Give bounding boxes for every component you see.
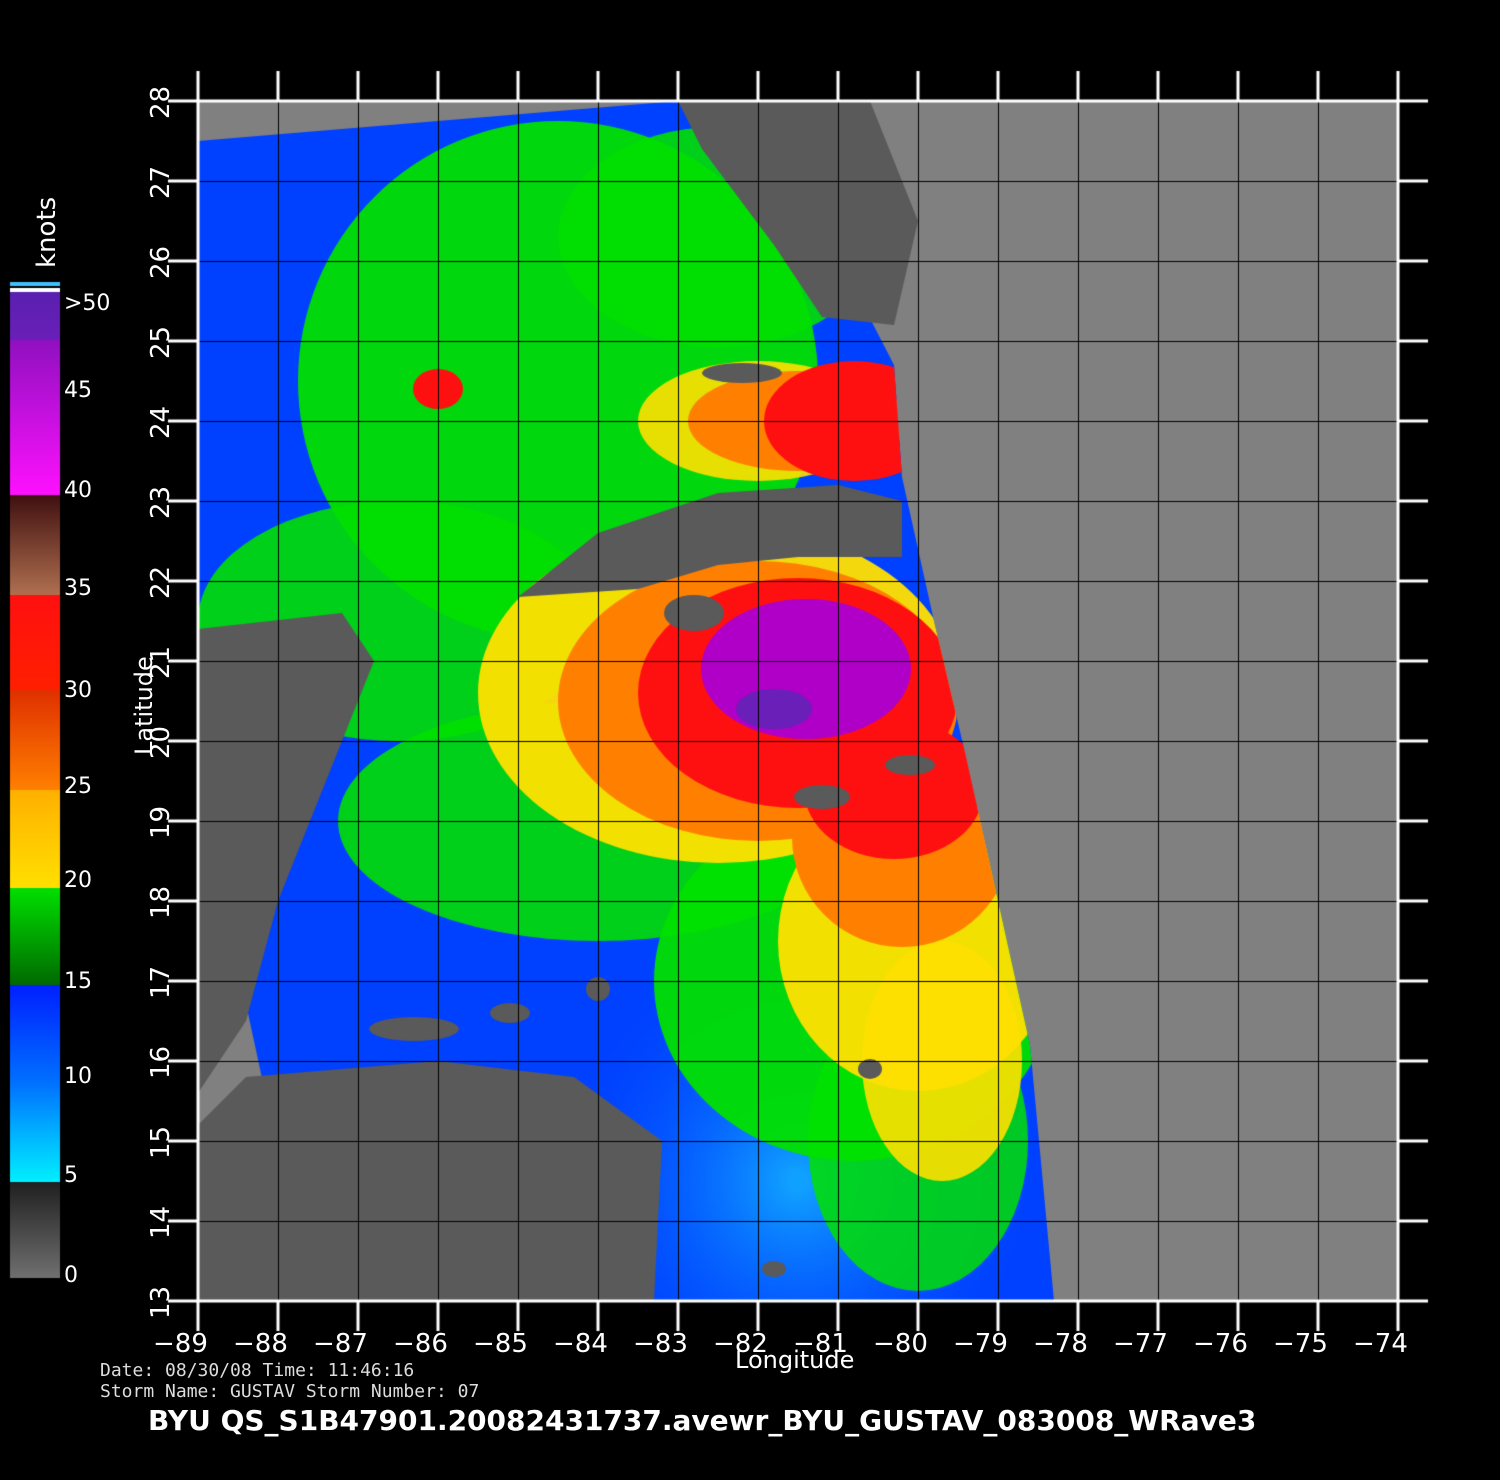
lat-tick-label: 18 [146, 885, 176, 919]
x-axis-title: Longitude [735, 1346, 855, 1374]
lat-tick-label: 14 [146, 1205, 176, 1239]
lat-tick-label: 15 [146, 1125, 176, 1159]
lat-tick-label: 25 [146, 325, 176, 359]
lon-tick-label: −87 [313, 1329, 368, 1359]
colorbar-tick-label: 25 [64, 774, 92, 799]
lon-tick-label: −80 [873, 1329, 928, 1359]
lat-tick-label: 23 [146, 485, 176, 519]
lat-tick-label: 19 [146, 805, 176, 839]
lon-tick-label: −77 [1113, 1329, 1168, 1359]
lon-tick-label: −88 [233, 1329, 288, 1359]
colorbar-tick-label: 0 [64, 1263, 78, 1288]
lon-tick-label: −86 [393, 1329, 448, 1359]
colorbar-tick-label: 5 [64, 1163, 78, 1188]
lat-tick-label: 28 [146, 85, 176, 119]
lat-tick-label: 16 [146, 1045, 176, 1079]
lat-tick-label: 22 [146, 565, 176, 599]
colorbar-tick-label: 15 [64, 969, 92, 994]
lon-tick-label: −89 [153, 1329, 208, 1359]
lon-tick-label: −85 [473, 1329, 528, 1359]
lon-tick-label: −79 [953, 1329, 1008, 1359]
lon-tick-label: −75 [1273, 1329, 1328, 1359]
lat-tick-label: 27 [146, 165, 176, 199]
colorbar-tick-label: 30 [64, 678, 92, 703]
wind-speed-map [0, 0, 1500, 1480]
colorbar-tick-label: 10 [64, 1064, 92, 1089]
lon-tick-label: −76 [1193, 1329, 1248, 1359]
lon-tick-label: −84 [553, 1329, 608, 1359]
colorbar-tick-label: 40 [64, 478, 92, 503]
colorbar-tick-label: 35 [64, 576, 92, 601]
lon-tick-label: −74 [1353, 1329, 1408, 1359]
lon-tick-label: −78 [1033, 1329, 1088, 1359]
lat-tick-label: 13 [146, 1285, 176, 1319]
lon-tick-label: −83 [633, 1329, 688, 1359]
date-time-line: Date: 08/30/08 Time: 11:46:16 [100, 1360, 415, 1381]
lat-tick-label: 26 [146, 245, 176, 279]
y-axis-title: Latitude [130, 656, 158, 755]
lat-tick-label: 17 [146, 965, 176, 999]
storm-name-line: Storm Name: GUSTAV Storm Number: 07 [100, 1381, 480, 1402]
product-filename: BYU QS_S1B47901.20082431737.avewr_BYU_GU… [148, 1404, 1257, 1437]
colorbar-unit-label: knots [32, 196, 62, 268]
colorbar-tick-label: 45 [64, 378, 92, 403]
colorbar-tick-label: >50 [64, 291, 111, 316]
lat-tick-label: 24 [146, 405, 176, 439]
colorbar-tick-label: 20 [64, 868, 92, 893]
